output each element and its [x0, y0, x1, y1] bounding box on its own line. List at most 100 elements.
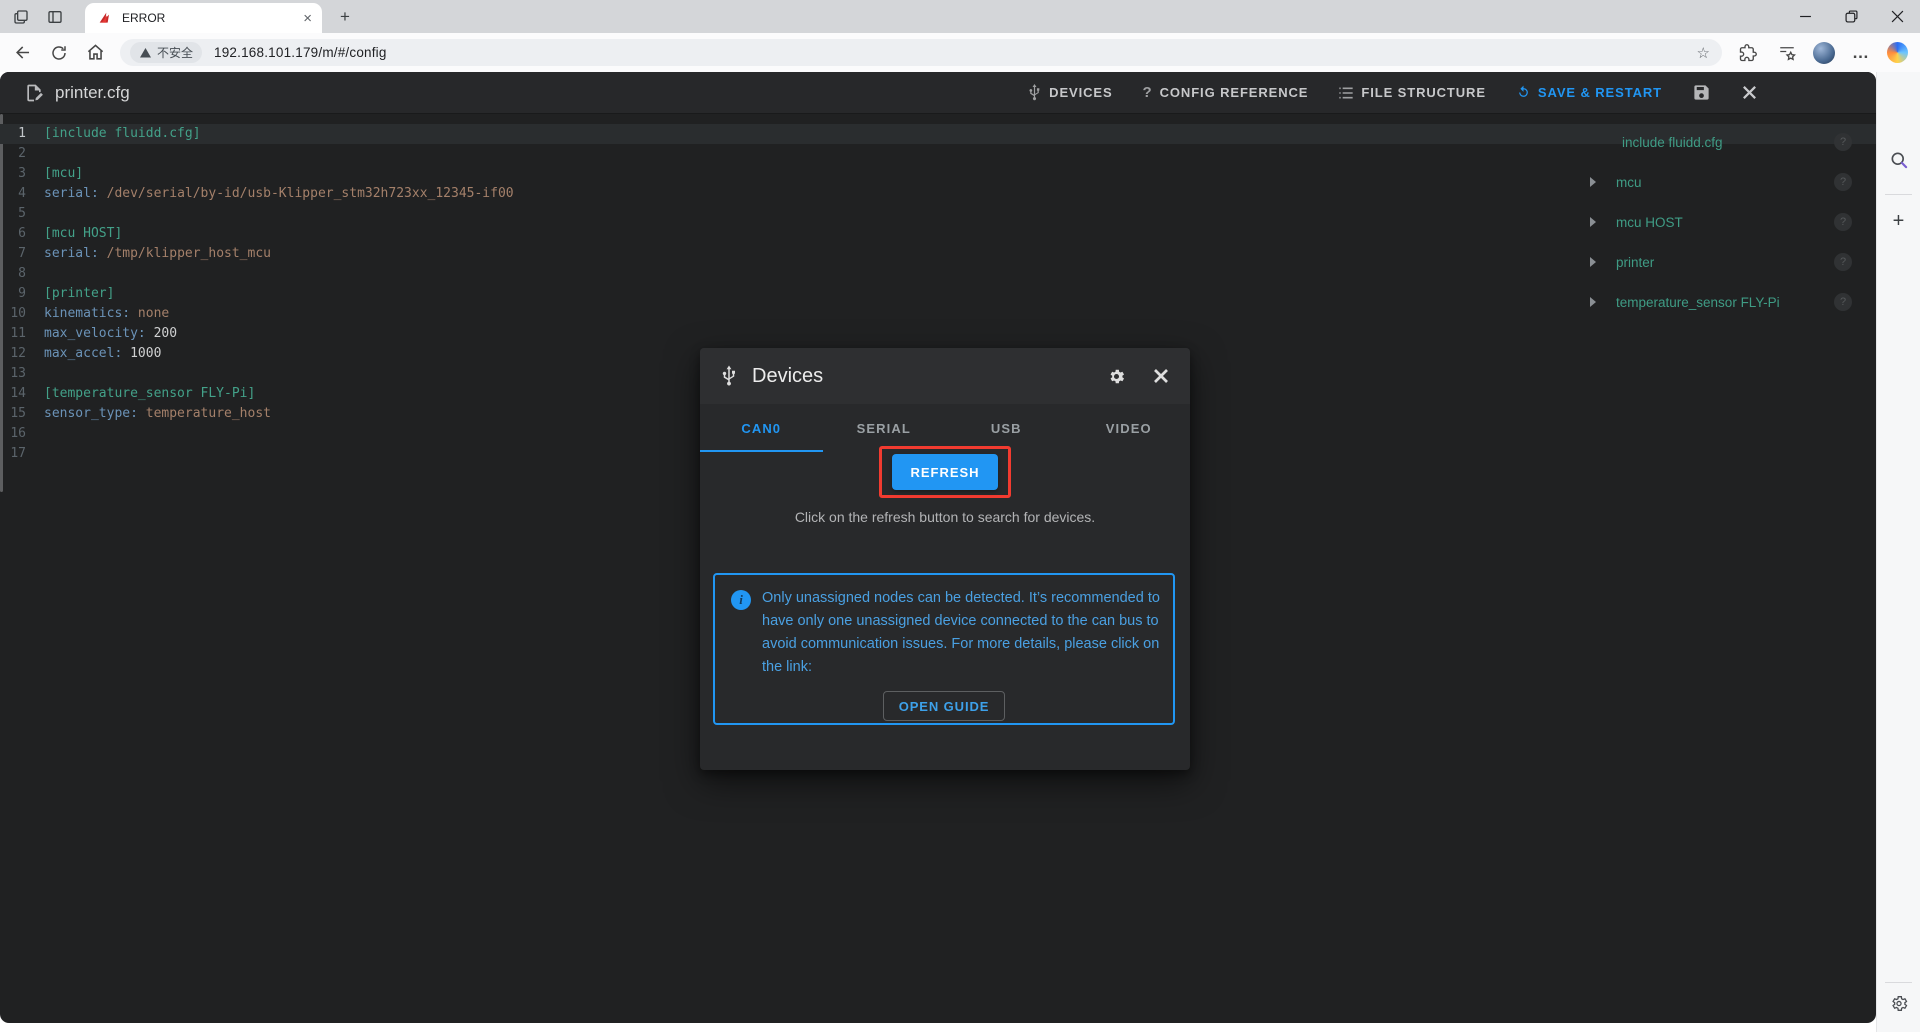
structure-item-label: mcu HOST: [1616, 215, 1683, 230]
help-badge-icon[interactable]: ?: [1834, 213, 1852, 231]
code-line[interactable]: 11 max_velocity: 200: [0, 324, 1876, 344]
expand-arrow-icon[interactable]: [1590, 177, 1596, 187]
refresh-button[interactable]: REFRESH: [892, 454, 998, 490]
device-tab-usb[interactable]: USB: [945, 404, 1068, 452]
home-icon[interactable]: [82, 40, 108, 66]
structure-item[interactable]: temperature_sensor FLY-Pi?: [1576, 282, 1876, 322]
line-number: 16: [0, 424, 26, 444]
config-reference-button[interactable]: ? CONFIG REFERENCE: [1143, 84, 1309, 101]
help-badge-icon[interactable]: ?: [1834, 133, 1852, 151]
line-number: 7: [0, 244, 26, 264]
restart-icon: [1516, 85, 1531, 100]
line-text: max_accel: 1000: [44, 344, 161, 364]
tab-actions-icon[interactable]: [42, 4, 68, 30]
more-menu-icon[interactable]: …: [1848, 40, 1874, 66]
line-text: [mcu HOST]: [44, 224, 122, 244]
url-text[interactable]: 192.168.101.179/m/#/config: [214, 45, 1697, 60]
browser-chrome: ERROR × + 不安全: [0, 0, 1920, 72]
file-structure-button[interactable]: FILE STRUCTURE: [1338, 85, 1486, 100]
expand-arrow-icon[interactable]: [1590, 217, 1596, 227]
help-badge-icon[interactable]: ?: [1834, 293, 1852, 311]
rail-divider: [1885, 982, 1912, 983]
settings-gear-icon[interactable]: [1889, 994, 1908, 1013]
usb-icon: [1027, 84, 1042, 101]
browser-tab[interactable]: ERROR ×: [85, 3, 322, 33]
address-bar[interactable]: 不安全 192.168.101.179/m/#/config ☆: [120, 39, 1722, 66]
line-text: kinematics: none: [44, 304, 169, 324]
line-number: 15: [0, 404, 26, 424]
device-tab-serial[interactable]: SERIAL: [823, 404, 946, 452]
favorites-icon[interactable]: [1774, 40, 1800, 66]
favorite-star-icon[interactable]: ☆: [1697, 44, 1710, 62]
structure-item-label: temperature_sensor FLY-Pi: [1616, 295, 1780, 310]
structure-item[interactable]: include fluidd.cfg?: [1576, 122, 1876, 162]
expand-arrow-icon[interactable]: [1590, 297, 1596, 307]
workspaces-icon[interactable]: [8, 4, 34, 30]
security-label: 不安全: [157, 44, 193, 61]
line-number: 13: [0, 364, 26, 384]
line-number: 12: [0, 344, 26, 364]
line-number: 9: [0, 284, 26, 304]
security-chip[interactable]: 不安全: [130, 42, 202, 63]
open-guide-row: OPEN GUIDE: [715, 691, 1173, 721]
tab-close-icon[interactable]: ×: [303, 11, 312, 26]
line-number: 5: [0, 204, 26, 224]
close-editor-icon[interactable]: [1741, 84, 1758, 101]
restore-button[interactable]: [1828, 0, 1874, 33]
open-guide-button[interactable]: OPEN GUIDE: [883, 691, 1006, 721]
structure-item[interactable]: printer?: [1576, 242, 1876, 282]
close-window-button[interactable]: [1874, 0, 1920, 33]
refresh-hint: Click on the refresh button to search fo…: [700, 506, 1190, 528]
mainsail-favicon: [97, 10, 113, 26]
help-badge-icon[interactable]: ?: [1834, 173, 1852, 191]
tab-title: ERROR: [122, 11, 303, 25]
usb-icon: [720, 365, 738, 387]
dialog-title: Devices: [752, 365, 1107, 388]
line-number: 4: [0, 184, 26, 204]
profile-avatar[interactable]: [1813, 42, 1835, 64]
close-dialog-icon[interactable]: [1152, 367, 1170, 385]
tab-strip: ERROR × +: [0, 0, 1920, 33]
expand-arrow-icon[interactable]: [1590, 257, 1596, 267]
device-tab-can0[interactable]: CAN0: [700, 404, 823, 452]
fluidd-config-page: printer.cfg DEVICES ? CONFIG REFERENCE F…: [0, 72, 1876, 1023]
structure-item-label: mcu: [1616, 175, 1642, 190]
line-text: max_velocity: 200: [44, 324, 177, 344]
line-number: 2: [0, 144, 26, 164]
info-icon: i: [731, 590, 751, 610]
file-structure-label: FILE STRUCTURE: [1361, 85, 1486, 100]
save-restart-button[interactable]: SAVE & RESTART: [1516, 85, 1662, 100]
line-text: sensor_type: temperature_host: [44, 404, 271, 424]
extensions-icon[interactable]: [1735, 40, 1761, 66]
alert-text: Only unassigned nodes can be detected. I…: [762, 587, 1164, 679]
file-structure-panel: include fluidd.cfg?mcu?mcu HOST?printer?…: [1576, 114, 1876, 322]
line-text: serial: /tmp/klipper_host_mcu: [44, 244, 271, 264]
save-icon[interactable]: [1692, 83, 1711, 102]
line-number: 11: [0, 324, 26, 344]
search-icon[interactable]: [1889, 150, 1909, 170]
list-icon: [1338, 86, 1354, 100]
line-text: [include fluidd.cfg]: [44, 124, 201, 144]
line-number: 17: [0, 444, 26, 464]
minimize-button[interactable]: [1782, 0, 1828, 33]
back-icon[interactable]: [10, 40, 36, 66]
device-tab-video[interactable]: VIDEO: [1068, 404, 1191, 452]
refresh-page-icon[interactable]: [46, 40, 72, 66]
line-number: 10: [0, 304, 26, 324]
window-controls: [1782, 0, 1920, 33]
help-badge-icon[interactable]: ?: [1834, 253, 1852, 271]
structure-item[interactable]: mcu HOST?: [1576, 202, 1876, 242]
line-number: 1: [0, 124, 26, 144]
line-text: [temperature_sensor FLY-Pi]: [44, 384, 255, 404]
structure-item-label: printer: [1616, 255, 1654, 270]
line-text: [mcu]: [44, 164, 83, 184]
copilot-icon[interactable]: [1887, 42, 1908, 63]
line-text: [printer]: [44, 284, 114, 304]
new-tab-button[interactable]: +: [334, 7, 356, 29]
add-sidebar-icon[interactable]: +: [1893, 210, 1905, 233]
structure-item[interactable]: mcu?: [1576, 162, 1876, 202]
save-restart-label: SAVE & RESTART: [1538, 85, 1662, 100]
gear-icon[interactable]: [1107, 367, 1126, 386]
devices-label: DEVICES: [1049, 85, 1112, 100]
devices-button[interactable]: DEVICES: [1027, 84, 1112, 101]
